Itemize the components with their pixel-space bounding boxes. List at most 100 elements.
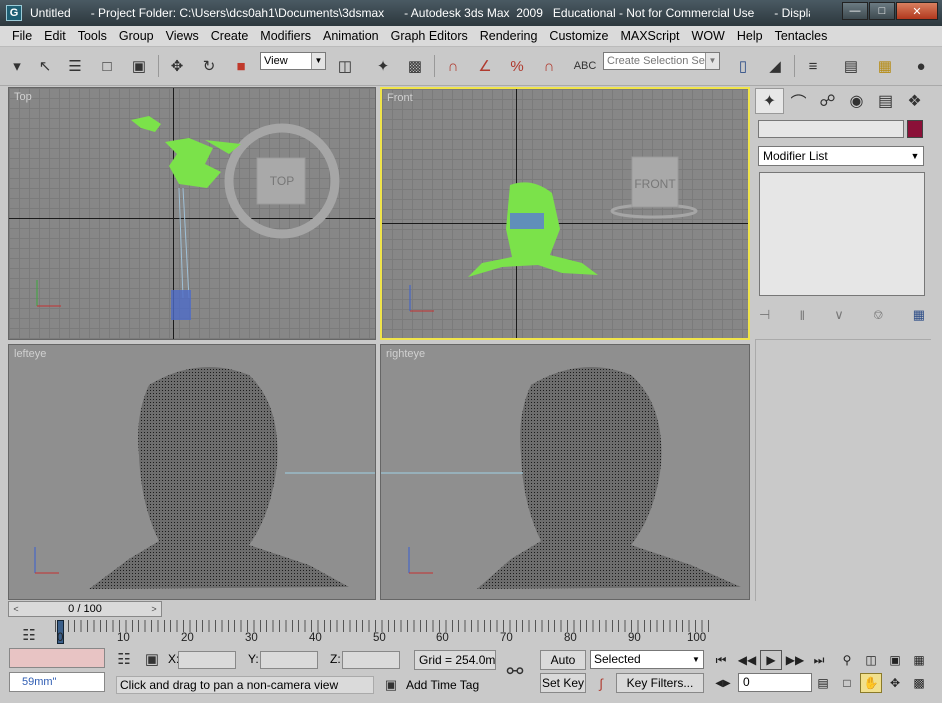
rectangular-selection-icon[interactable]: □ [94,53,120,79]
snaps-toggle-icon[interactable]: ∩ [440,53,466,79]
create-tab-icon[interactable]: ✦ [755,88,784,114]
align-icon[interactable]: ◢ [762,53,788,79]
menu-graph-editors[interactable]: Graph Editors [385,29,474,43]
maxscript-listener-mini[interactable] [9,648,105,668]
x-coordinate-field[interactable] [178,651,236,669]
field-of-view-icon[interactable]: □ [836,673,858,693]
modify-tab-icon[interactable]: ⌒ [784,88,813,114]
zoom-extents-icon[interactable]: ▣ [884,650,906,670]
time-configuration-icon[interactable]: ▤ [812,673,834,693]
menu-group[interactable]: Group [113,29,160,43]
spinner-snap-icon[interactable]: ∩ [536,53,562,79]
viewport-righteye[interactable]: righteye [380,344,750,600]
scale-icon[interactable]: ■ [228,53,254,79]
menu-file[interactable]: File [6,29,38,43]
menu-animation[interactable]: Animation [317,29,385,43]
play-icon[interactable]: ▶ [760,650,782,670]
go-to-end-icon[interactable]: ⏭ [808,650,830,670]
curve-editor-icon[interactable]: ▤ [838,53,864,79]
auto-key-button[interactable]: Auto Key [540,650,586,685]
rotate-icon[interactable]: ↻ [196,53,222,79]
modifier-list-dropdown[interactable]: Modifier List ▼ [758,146,924,166]
track-bar[interactable]: 0 10 20 30 40 50 60 70 80 90 100 [55,620,711,646]
add-time-tag[interactable]: Add Time Tag [406,676,492,694]
motion-tab-icon[interactable]: ◉ [842,88,871,114]
zoom-extents-all-icon[interactable]: ▦ [908,650,930,670]
time-next-arrow-icon[interactable]: > [147,602,161,616]
z-coordinate-field[interactable] [342,651,400,669]
material-editor-icon[interactable]: ● [908,53,934,79]
pin-stack-icon[interactable]: ⊣ [759,307,770,323]
lock-selection-icon[interactable]: ☷ [114,648,134,670]
menu-views[interactable]: Views [160,29,205,43]
viewcube-label[interactable]: TOP [259,174,305,188]
green-mesh[interactable] [131,116,241,188]
orbit-icon[interactable]: ✥ [884,673,906,693]
viewcube-label[interactable]: FRONT [632,177,678,191]
remove-modifier-icon[interactable]: ⎊ [873,307,883,323]
schematic-view-icon[interactable]: ▦ [872,53,898,79]
window-crossing-icon[interactable]: ▣ [126,53,152,79]
next-frame-icon[interactable]: ▶▶ [784,650,806,670]
pan-view-icon[interactable]: ✋ [860,673,882,693]
menu-create[interactable]: Create [205,29,255,43]
mirror-icon[interactable]: ▯ [730,53,756,79]
object-name-field[interactable] [758,120,904,138]
select-by-name-icon[interactable]: ☰ [62,53,88,79]
title-bar[interactable]: G Untitled - Project Folder: C:\Users\dc… [0,0,942,26]
select-object-icon[interactable]: ↖ [32,53,58,79]
key-filters-button[interactable]: Key Filters... [616,673,704,693]
minimize-button[interactable]: — [842,2,868,20]
reference-coordinate-dropdown[interactable]: View ▼ [260,52,326,70]
utilities-tab-icon[interactable]: ❖ [900,88,929,114]
previous-frame-icon[interactable]: ◀◀ [736,650,758,670]
menu-rendering[interactable]: Rendering [474,29,544,43]
zoom-icon[interactable]: ⚲ [836,650,858,670]
current-frame-field[interactable]: 0 [738,673,812,692]
toolbar-dropdown-handle-icon[interactable]: ▾ [8,53,26,79]
set-key-button[interactable]: Set Key [540,673,586,693]
default-tangents-icon[interactable]: ∫ [590,672,612,694]
zoom-all-icon[interactable]: ◫ [860,650,882,670]
eye-cameras-icon[interactable] [510,213,544,229]
app-icon[interactable]: G [6,5,22,21]
camera-icon[interactable] [171,290,191,320]
time-slider[interactable]: < 0 / 100 > [8,601,162,617]
modifier-stack[interactable] [759,172,925,296]
maximize-button[interactable]: □ [869,2,895,20]
keyboard-shortcut-override-icon[interactable]: ▩ [402,53,428,79]
menu-customize[interactable]: Customize [543,29,614,43]
menu-maxscript[interactable]: MAXScript [614,29,685,43]
hierarchy-tab-icon[interactable]: ☍ [813,88,842,114]
viewport-front[interactable]: Front FRONT [380,87,750,340]
maximize-viewport-icon[interactable]: ▩ [908,673,930,693]
make-unique-icon[interactable]: ∨ [834,307,844,323]
angle-snap-icon[interactable]: ∠ [472,53,498,79]
menu-modifiers[interactable]: Modifiers [254,29,317,43]
viewport-top[interactable]: Top TOP [8,87,376,340]
green-mesh[interactable] [468,182,598,277]
time-prev-arrow-icon[interactable]: < [9,602,23,616]
select-and-manipulate-icon[interactable]: ✦ [370,53,396,79]
edit-named-selection-icon[interactable]: ABC [572,53,598,79]
go-to-start-icon[interactable]: ⏮ [710,650,732,670]
key-mode-toggle-icon[interactable]: ◀▶ [712,673,734,693]
menu-wow[interactable]: WOW [686,29,731,43]
viewport-lefteye[interactable]: lefteye [8,344,376,600]
key-mode-dropdown[interactable]: Selected ▼ [590,650,704,669]
menu-tentacles[interactable]: Tentacles [769,29,834,43]
object-color-swatch[interactable] [907,120,923,138]
absolute-mode-icon[interactable]: ▣ [142,648,162,670]
move-icon[interactable]: ✥ [164,53,190,79]
menu-edit[interactable]: Edit [38,29,72,43]
show-end-result-icon[interactable]: ‖ [800,308,805,323]
close-button[interactable]: ✕ [896,2,938,20]
menu-tools[interactable]: Tools [72,29,113,43]
maxscript-listener-output[interactable]: 59mm" [9,672,105,692]
menu-help[interactable]: Help [731,29,769,43]
y-coordinate-field[interactable] [260,651,318,669]
configure-modifier-sets-icon[interactable]: ▦ [913,307,925,323]
percent-snap-icon[interactable]: % [504,53,530,79]
named-selection-sets-dropdown[interactable]: Create Selection Set ▼ [603,52,720,70]
mini-curve-editor-icon[interactable]: ☷ [16,622,42,648]
